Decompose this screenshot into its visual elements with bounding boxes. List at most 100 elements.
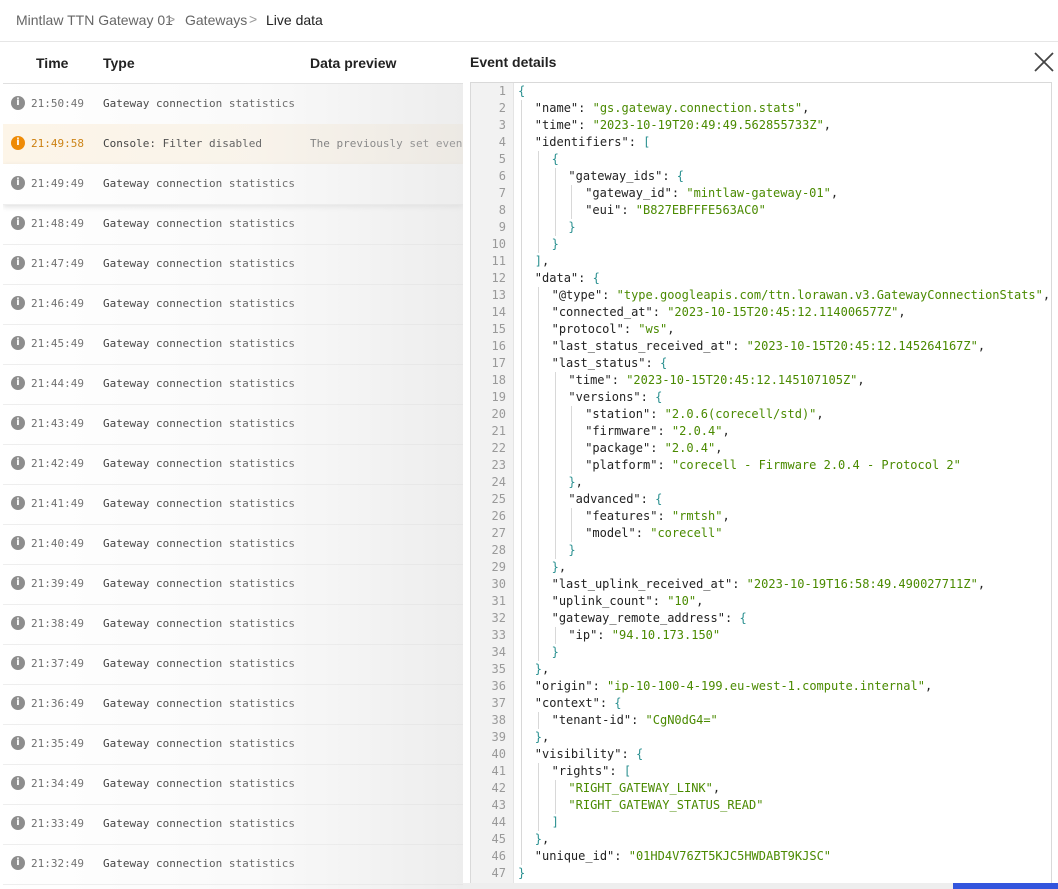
info-icon: i — [11, 696, 25, 710]
code-line: 46 "unique_id": "01HD4V76ZT5KJC5HWDABT9KJ… — [471, 848, 1051, 865]
indent-guide — [537, 287, 539, 661]
table-row[interactable]: i 21:48:49 Gateway connection statistics — [3, 204, 463, 245]
line-number: 10 — [491, 237, 506, 251]
line-number: 21 — [491, 424, 506, 438]
line-number: 29 — [491, 560, 506, 574]
json-key: "identifiers" — [534, 135, 629, 149]
table-row[interactable]: i 21:32:49 Gateway connection statistics — [3, 844, 463, 885]
table-row[interactable]: i 21:47:49 Gateway connection statistics — [3, 244, 463, 285]
json-string: "rmtsh" — [671, 509, 723, 523]
table-row[interactable]: i 21:39:49 Gateway connection statistics — [3, 564, 463, 605]
json-string: "RIGHT_GATEWAY_STATUS_READ" — [568, 798, 764, 812]
column-header-time: Time — [36, 55, 69, 71]
json-string: "2023-10-19T16:58:49.490027711Z" — [746, 577, 978, 591]
code-text: }, — [535, 729, 549, 746]
json-bracket: { — [739, 611, 747, 625]
json-key: : — [631, 713, 646, 727]
json-string: "2023-10-15T20:45:12.145264167Z" — [746, 339, 978, 353]
json-bracket: } — [518, 866, 526, 880]
json-key: "visibility" — [534, 747, 622, 761]
code-text: "gateway_id": "mintlaw-gateway-01", — [585, 185, 838, 202]
json-bracket: { — [635, 747, 644, 761]
json-key: , — [823, 118, 832, 132]
json-code-viewer[interactable]: 1{2 "name": "gs.gateway.connection.stats"… — [470, 82, 1052, 886]
breadcrumb: Mintlaw TTN Gateway 01 > Gateways > Live… — [0, 0, 1058, 42]
json-key: "protocol" — [551, 322, 624, 336]
line-number: 1 — [498, 84, 506, 98]
table-row[interactable]: i 21:45:49 Gateway connection statistics — [3, 324, 463, 365]
table-row[interactable]: i 21:44:49 Gateway connection statistics — [3, 364, 463, 405]
event-type: Gateway connection statistics — [103, 697, 296, 710]
event-type: Gateway connection statistics — [103, 817, 296, 830]
code-text: } — [568, 219, 575, 236]
table-row[interactable]: i 21:40:49 Gateway connection statistics — [3, 524, 463, 565]
code-line: 32 "gateway_remote_address": { — [471, 610, 1051, 627]
table-row[interactable]: i 21:43:49 Gateway connection statistics — [3, 404, 463, 445]
event-time: 21:47:49 — [31, 257, 84, 270]
json-key: "connected_at" — [551, 305, 653, 319]
json-key: "data" — [534, 271, 579, 285]
json-key: : — [611, 373, 627, 387]
event-type: Gateway connection statistics — [103, 297, 296, 310]
table-row[interactable]: i 21:49:58 Console: Filter disabled The pre… — [3, 124, 463, 165]
table-row[interactable]: i 21:36:49 Gateway connection statistics — [3, 684, 463, 725]
code-line: 18 "time": "2023-10-15T20:45:12.145107105… — [471, 372, 1051, 389]
code-text: } — [552, 236, 559, 253]
table-row[interactable]: i 21:33:49 Gateway connection statistics — [3, 804, 463, 845]
info-icon: i — [11, 336, 25, 350]
code-line: 28} — [471, 542, 1051, 559]
table-row[interactable]: i 21:34:49 Gateway connection statistics — [3, 764, 463, 805]
code-text: "unique_id": "01HD4V76ZT5KJC5HWDABT9KJSC… — [535, 848, 831, 865]
json-key: , — [575, 475, 583, 489]
json-key: , — [830, 186, 839, 200]
breadcrumb-item-live-data: Live data — [266, 12, 323, 28]
json-key: , — [1042, 288, 1051, 302]
table-row[interactable]: i 21:41:49 Gateway connection statistics — [3, 484, 463, 525]
json-bracket: { — [676, 169, 684, 183]
info-icon: i — [11, 576, 25, 590]
code-line: 36 "origin": "ip-10-100-4-199.eu-west-1.c… — [471, 678, 1051, 695]
line-number: 17 — [491, 356, 506, 370]
code-line: 3 "time": "2023-10-19T20:49:49.562855733Z… — [471, 117, 1051, 134]
event-type: Gateway connection statistics — [103, 457, 296, 470]
table-row[interactable]: i 21:50:49 Gateway connection statistics — [3, 84, 463, 125]
code-text: } — [552, 644, 559, 661]
json-key: "package" — [585, 441, 651, 455]
horizontal-scrollbar[interactable] — [463, 883, 1058, 889]
code-line: 10} — [471, 236, 1051, 253]
event-type: Gateway connection statistics — [103, 857, 296, 870]
json-key: , — [542, 832, 550, 846]
table-row[interactable]: i 21:42:49 Gateway connection statistics — [3, 444, 463, 485]
breadcrumb-separator-icon: > — [249, 11, 258, 27]
table-row[interactable]: i 21:49:49 Gateway connection statistics — [3, 164, 463, 205]
close-button[interactable] — [1032, 50, 1056, 74]
json-bracket: } — [568, 543, 576, 557]
scrollbar-thumb[interactable] — [953, 883, 1058, 889]
json-key: : — [650, 441, 665, 455]
code-text: "firmware": "2.0.4", — [585, 423, 730, 440]
event-time: 21:40:49 — [31, 537, 84, 550]
json-string: "2023-10-15T20:45:12.114006577Z" — [667, 305, 899, 319]
json-key: "last_status" — [551, 356, 646, 370]
code-line: 45}, — [471, 831, 1051, 848]
table-row[interactable]: i 21:37:49 Gateway connection statistics — [3, 644, 463, 685]
indent-guide — [554, 627, 556, 644]
line-number: 6 — [498, 169, 506, 183]
table-row[interactable]: i 21:38:49 Gateway connection statistics — [3, 604, 463, 645]
breadcrumb-item-gateways[interactable]: Gateways — [185, 11, 247, 29]
event-type: Gateway connection statistics — [103, 537, 296, 550]
code-text: "uplink_count": "10", — [552, 593, 704, 610]
json-bracket: } — [568, 475, 576, 489]
json-key: "tenant-id" — [551, 713, 632, 727]
json-key: , — [898, 305, 906, 319]
json-key: "last_status_received_at" — [551, 339, 733, 353]
line-number: 34 — [491, 645, 506, 659]
table-row[interactable]: i 21:46:49 Gateway connection statistics — [3, 284, 463, 325]
table-row[interactable]: i 21:35:49 Gateway connection statistics — [3, 724, 463, 765]
code-text: "eui": "B827EBFFFE563AC0" — [585, 202, 766, 219]
code-line: 22 "package": "2.0.4", — [471, 440, 1051, 457]
breadcrumb-item-application[interactable]: Mintlaw TTN Gateway 01 — [16, 11, 173, 29]
json-key: , — [816, 407, 824, 421]
event-type: Gateway connection statistics — [103, 657, 296, 670]
event-time: 21:41:49 — [31, 497, 84, 510]
